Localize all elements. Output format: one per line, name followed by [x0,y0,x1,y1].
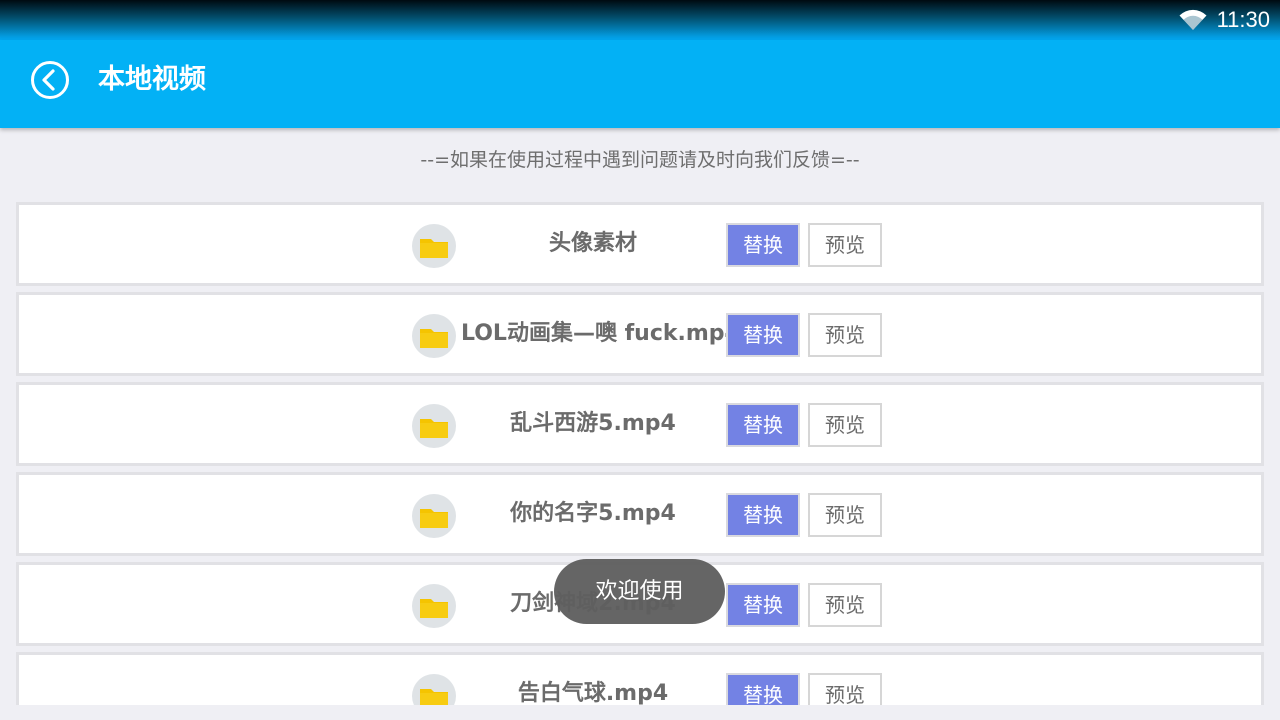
bottom-edge [0,705,1280,720]
app-bar: 本地视频 [0,40,1280,128]
list-item[interactable]: 你的名字5.mp4 替换 预览 [16,472,1264,556]
folder-icon [412,584,456,628]
preview-button[interactable]: 预览 [808,583,882,627]
wifi-icon [1179,9,1207,31]
item-name: 告白气球.mp4 [517,681,669,705]
list-item[interactable]: 乱斗西游5.mp4 替换 预览 [16,382,1264,466]
back-button[interactable] [30,60,70,100]
replace-button[interactable]: 替换 [726,403,800,447]
status-bar: 11:30 [0,0,1280,40]
replace-button[interactable]: 替换 [726,673,800,705]
folder-icon [412,314,456,358]
item-name: 你的名字5.mp4 [510,501,676,526]
replace-button[interactable]: 替换 [726,583,800,627]
video-list: 头像素材 替换 预览 LOL动画集—噢 fuck.mp4 替换 预览 乱斗西游5… [16,202,1264,705]
preview-button[interactable]: 预览 [808,673,882,705]
feedback-notice: --=如果在使用过程中遇到问题请及时向我们反馈=-- [420,149,860,171]
preview-button[interactable]: 预览 [808,493,882,537]
clock: 11:30 [1216,7,1270,32]
preview-button[interactable]: 预览 [808,313,882,357]
list-item[interactable]: 告白气球.mp4 替换 预览 [16,652,1264,705]
toast-message: 欢迎使用 [554,559,725,624]
item-name: 乱斗西游5.mp4 [510,411,676,436]
preview-button[interactable]: 预览 [808,403,882,447]
list-item[interactable]: LOL动画集—噢 fuck.mp4 替换 预览 [16,292,1264,376]
back-arrow-circle-icon [31,61,69,99]
folder-icon [412,404,456,448]
replace-button[interactable]: 替换 [726,223,800,267]
replace-button[interactable]: 替换 [726,313,800,357]
folder-icon [412,494,456,538]
list-item[interactable]: 头像素材 替换 预览 [16,202,1264,286]
preview-button[interactable]: 预览 [808,223,882,267]
replace-button[interactable]: 替换 [726,493,800,537]
folder-icon [412,674,456,705]
folder-icon [412,224,456,268]
page-title: 本地视频 [98,64,206,95]
item-name: LOL动画集—噢 fuck.mp4 [461,321,740,346]
status-icons: 11:30 [1179,6,1270,34]
item-name: 头像素材 [548,231,637,256]
